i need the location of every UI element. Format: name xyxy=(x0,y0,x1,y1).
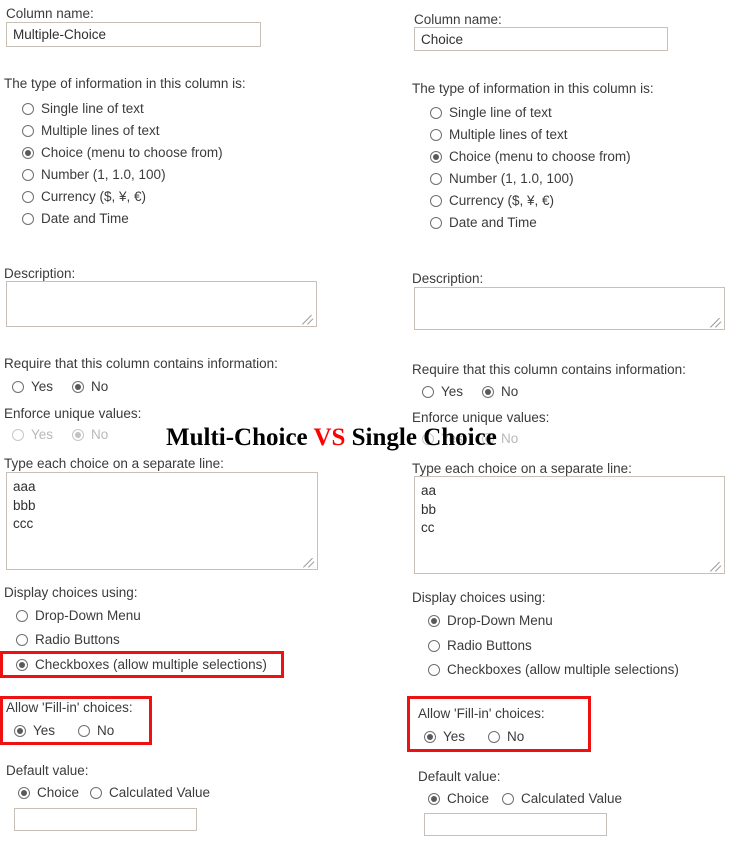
radio-checked-icon xyxy=(18,787,30,799)
right-require-yes-radio[interactable]: Yes xyxy=(422,385,463,399)
left-choices-textarea[interactable] xyxy=(6,472,318,570)
radio-icon xyxy=(22,213,34,225)
left-type-of-information-label: The type of information in this column i… xyxy=(4,76,246,91)
overlay-title-left-text: Multi-Choice xyxy=(166,424,314,451)
radio-icon xyxy=(430,195,442,207)
radio-icon xyxy=(502,793,514,805)
radio-icon xyxy=(12,429,24,441)
radio-icon xyxy=(22,125,34,137)
radio-icon xyxy=(430,173,442,185)
right-display-option-drop-down-menu[interactable]: Drop-Down Menu xyxy=(428,614,553,628)
left-default-calculated-value-radio[interactable]: Calculated Value xyxy=(90,786,210,800)
left-default-value-label: Default value: xyxy=(6,763,89,778)
left-column-name-label: Column name: xyxy=(6,6,94,21)
right-type-option-multiple-lines[interactable]: Multiple lines of text xyxy=(430,128,568,142)
radio-icon xyxy=(488,731,500,743)
left-type-option-choice[interactable]: Choice (menu to choose from) xyxy=(22,146,223,160)
radio-checked-icon xyxy=(22,147,34,159)
radio-icon xyxy=(22,191,34,203)
radio-icon xyxy=(430,129,442,141)
left-description-textarea[interactable] xyxy=(6,281,317,327)
left-type-each-choice-label: Type each choice on a separate line: xyxy=(4,456,224,471)
radio-checked-icon xyxy=(14,725,26,737)
left-enforce-yes-radio: Yes xyxy=(12,428,53,442)
radio-checked-icon xyxy=(72,429,84,441)
radio-icon xyxy=(16,610,28,622)
right-allow-fill-in-label: Allow 'Fill-in' choices: xyxy=(418,706,545,721)
radio-checked-icon xyxy=(482,386,494,398)
right-type-option-single-line[interactable]: Single line of text xyxy=(430,106,552,120)
right-description-textarea[interactable] xyxy=(414,287,725,330)
right-default-calculated-value-radio[interactable]: Calculated Value xyxy=(502,792,622,806)
comparison-overlay-title: Multi-Choice VS Single Choice xyxy=(166,425,497,450)
right-choices-textarea[interactable] xyxy=(414,476,725,574)
left-display-option-checkboxes[interactable]: Checkboxes (allow multiple selections) xyxy=(16,658,267,672)
radio-checked-icon xyxy=(424,731,436,743)
left-allow-fill-in-label: Allow 'Fill-in' choices: xyxy=(6,700,133,715)
left-fill-in-yes-radio[interactable]: Yes xyxy=(14,724,55,738)
left-column-name-input[interactable] xyxy=(6,22,261,47)
left-default-value-input[interactable] xyxy=(14,808,197,831)
radio-icon xyxy=(12,381,24,393)
left-description-label: Description: xyxy=(4,266,76,281)
left-enforce-unique-label: Enforce unique values: xyxy=(4,406,142,421)
right-fill-in-yes-radio[interactable]: Yes xyxy=(424,730,465,744)
left-type-option-currency[interactable]: Currency ($, ¥, €) xyxy=(22,190,146,204)
left-type-option-single-line[interactable]: Single line of text xyxy=(22,102,144,116)
right-default-value-label: Default value: xyxy=(418,769,501,784)
left-require-no-radio[interactable]: No xyxy=(72,380,108,394)
left-default-choice-radio[interactable]: Choice xyxy=(18,786,79,800)
radio-icon xyxy=(430,107,442,119)
left-require-info-label: Require that this column contains inform… xyxy=(4,356,278,371)
right-fill-in-no-radio[interactable]: No xyxy=(488,730,524,744)
radio-icon xyxy=(22,103,34,115)
radio-icon xyxy=(430,217,442,229)
right-display-option-radio-buttons[interactable]: Radio Buttons xyxy=(428,639,532,653)
radio-icon xyxy=(422,386,434,398)
radio-icon xyxy=(16,634,28,646)
radio-checked-icon xyxy=(428,793,440,805)
left-type-option-number[interactable]: Number (1, 1.0, 100) xyxy=(22,168,166,182)
right-column-name-label: Column name: xyxy=(414,12,502,27)
right-default-choice-radio[interactable]: Choice xyxy=(428,792,489,806)
radio-checked-icon xyxy=(430,151,442,163)
right-type-option-currency[interactable]: Currency ($, ¥, €) xyxy=(430,194,554,208)
left-display-option-drop-down-menu[interactable]: Drop-Down Menu xyxy=(16,609,141,623)
radio-checked-icon xyxy=(428,615,440,627)
radio-icon xyxy=(90,787,102,799)
right-default-value-input[interactable] xyxy=(424,813,607,836)
right-column-name-input[interactable] xyxy=(414,27,668,51)
radio-icon xyxy=(428,664,440,676)
left-fill-in-no-radio[interactable]: No xyxy=(78,724,114,738)
left-type-option-multiple-lines[interactable]: Multiple lines of text xyxy=(22,124,160,138)
right-type-option-date-and-time[interactable]: Date and Time xyxy=(430,216,537,230)
right-type-each-choice-label: Type each choice on a separate line: xyxy=(412,461,632,476)
right-description-label: Description: xyxy=(412,271,484,286)
right-display-option-checkboxes[interactable]: Checkboxes (allow multiple selections) xyxy=(428,663,679,677)
left-require-yes-radio[interactable]: Yes xyxy=(12,380,53,394)
right-require-info-label: Require that this column contains inform… xyxy=(412,362,686,377)
radio-icon xyxy=(22,169,34,181)
right-type-option-choice[interactable]: Choice (menu to choose from) xyxy=(430,150,631,164)
overlay-title-right-text: Single Choice xyxy=(345,424,497,451)
left-display-choices-label: Display choices using: xyxy=(4,585,138,600)
right-require-no-radio[interactable]: No xyxy=(482,385,518,399)
left-type-option-date-and-time[interactable]: Date and Time xyxy=(22,212,129,226)
radio-icon xyxy=(78,725,90,737)
right-type-of-information-label: The type of information in this column i… xyxy=(412,81,654,96)
radio-checked-icon xyxy=(16,659,28,671)
right-type-option-number[interactable]: Number (1, 1.0, 100) xyxy=(430,172,574,186)
left-display-option-radio-buttons[interactable]: Radio Buttons xyxy=(16,633,120,647)
radio-checked-icon xyxy=(72,381,84,393)
overlay-title-vs-text: VS xyxy=(313,424,346,451)
right-display-choices-label: Display choices using: xyxy=(412,590,546,605)
left-enforce-no-radio: No xyxy=(72,428,108,442)
radio-icon xyxy=(428,640,440,652)
